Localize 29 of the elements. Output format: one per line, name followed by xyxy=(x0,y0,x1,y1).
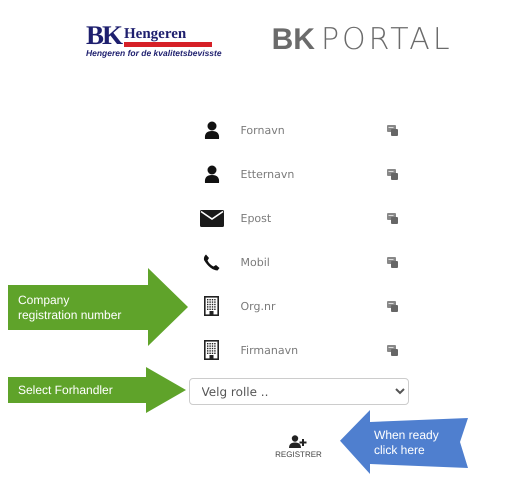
building-icon xyxy=(204,340,219,360)
register-button[interactable]: REGISTRER xyxy=(275,435,322,459)
logo-tagline: Hengeren for de kvalitetsbevisste xyxy=(86,48,222,58)
input-field[interactable]: Org.nr xyxy=(240,300,386,312)
key-badge-icon xyxy=(386,212,398,224)
mail-icon xyxy=(200,210,224,226)
input-field[interactable]: Etternavn xyxy=(240,168,386,180)
logo-initials: BK xyxy=(86,22,122,46)
input-field[interactable]: Fornavn xyxy=(240,124,386,136)
callout-text: Select Forhandler xyxy=(18,382,114,398)
key-badge-icon xyxy=(386,344,398,356)
key-badge-icon xyxy=(386,256,398,268)
role-select[interactable]: Velg rolle .. xyxy=(188,378,408,405)
phone-icon xyxy=(203,254,220,270)
add-user-icon xyxy=(289,435,308,448)
input-field[interactable]: Mobil xyxy=(240,256,386,268)
portal-title: PORTAL xyxy=(320,22,453,58)
key-badge-icon xyxy=(386,124,398,136)
portal-brand: BK xyxy=(272,22,315,58)
callout-text: When ready click here xyxy=(374,428,440,458)
input-field[interactable]: Epost xyxy=(240,212,386,224)
input-field[interactable]: Firmanavn xyxy=(240,344,386,356)
building-icon xyxy=(204,296,219,316)
key-badge-icon xyxy=(386,168,398,180)
person-icon xyxy=(204,165,220,183)
person-icon xyxy=(204,121,220,139)
key-badge-icon xyxy=(386,300,398,312)
callout-text: Company registration number xyxy=(18,292,122,322)
logo-name: Hengeren xyxy=(124,26,188,42)
